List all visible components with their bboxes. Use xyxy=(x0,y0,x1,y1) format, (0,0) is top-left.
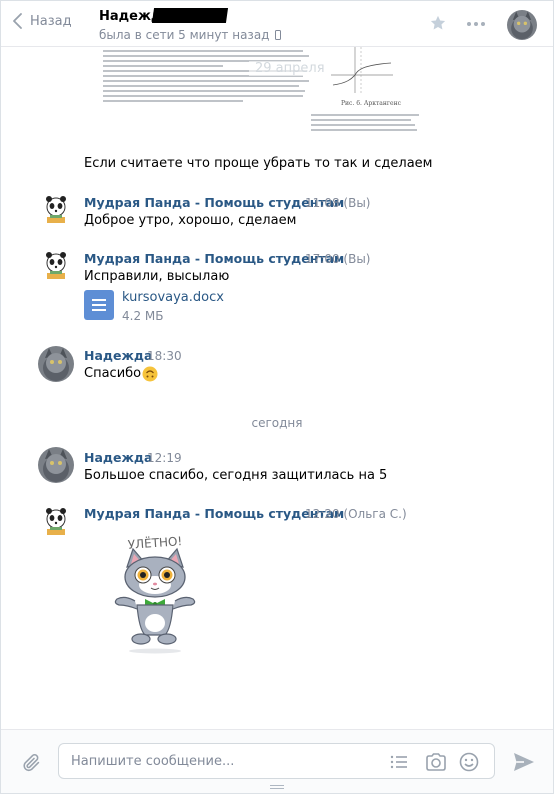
camera-icon[interactable] xyxy=(425,752,447,772)
message-time[interactable]: 11:08 (Вы) xyxy=(305,196,371,210)
message-time[interactable]: 12:19 xyxy=(147,451,182,465)
scan-figure-caption: Рис. 6. Арктангенс xyxy=(341,100,401,107)
author-avatar-nadezhda[interactable] xyxy=(38,346,74,382)
message-text: Исправили, высылаю xyxy=(84,269,230,284)
phone-icon xyxy=(275,30,282,40)
author-avatar-panda[interactable] xyxy=(38,503,74,539)
author-avatar-panda[interactable] xyxy=(38,247,74,283)
author-avatar-nadezhda[interactable] xyxy=(38,447,74,483)
scan-date-overlay: 29 апреля xyxy=(249,61,331,76)
send-icon[interactable] xyxy=(513,752,535,772)
message-text-row: Спасибо xyxy=(84,366,158,382)
message-text: Доброе утро, хорошо, сделаем xyxy=(84,213,297,228)
resize-grip[interactable] xyxy=(270,785,284,789)
back-chevron-icon xyxy=(13,13,22,29)
message-time[interactable]: 17:00 (Вы) xyxy=(305,252,371,266)
peer-status-text: была в сети 5 минут назад xyxy=(99,28,270,42)
day-separator: сегодня xyxy=(251,416,303,430)
author-avatar-panda[interactable] xyxy=(38,191,74,227)
upside-down-face-emoji xyxy=(142,366,158,382)
template-list-icon[interactable] xyxy=(389,752,409,772)
document-icon xyxy=(84,290,114,320)
file-size: 4.2 МБ xyxy=(122,309,164,323)
emoji-icon[interactable] xyxy=(459,752,479,772)
file-attachment[interactable]: kursovaya.docx 4.2 МБ xyxy=(84,290,224,324)
back-button[interactable]: Назад xyxy=(13,13,72,29)
star-icon[interactable] xyxy=(429,14,447,32)
messenger-window: Назад Надежда была в сети 5 минут назад … xyxy=(0,0,554,794)
redaction-mark xyxy=(151,8,229,23)
cat-sticker[interactable]: УЛЁТНО! xyxy=(105,531,205,655)
back-label: Назад xyxy=(30,13,72,29)
more-dots-icon[interactable] xyxy=(467,22,485,26)
message-text: Спасибо xyxy=(84,366,142,381)
document-scan-image[interactable]: 29 апреля Рис. 6. Арктангенс xyxy=(99,47,421,139)
message-text: Большое спасибо, сегодня защитилась на 5 xyxy=(84,468,388,483)
peer-avatar[interactable] xyxy=(507,10,537,40)
message-input[interactable] xyxy=(71,752,371,770)
message-input-box[interactable] xyxy=(58,743,495,779)
message-time[interactable]: 18:30 xyxy=(147,349,182,363)
attach-icon[interactable] xyxy=(21,752,43,774)
peer-status: была в сети 5 минут назад xyxy=(99,28,282,42)
message-author[interactable]: Надежда xyxy=(84,450,152,465)
message-text: Если считаете что проще убрать то так и … xyxy=(84,156,433,171)
message-author[interactable]: Надежда xyxy=(84,348,152,363)
message-composer xyxy=(1,729,553,793)
chat-header: Назад Надежда была в сети 5 минут назад xyxy=(1,1,553,47)
message-time[interactable]: 12:20 (Ольга С.) xyxy=(305,507,407,521)
file-name[interactable]: kursovaya.docx xyxy=(122,290,224,306)
sticker-caption: УЛЁТНО! xyxy=(127,533,182,552)
